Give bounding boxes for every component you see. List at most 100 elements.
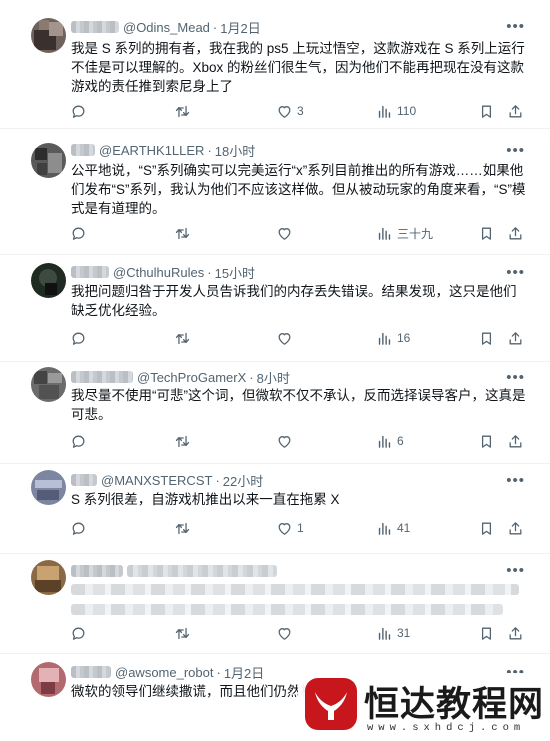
like-count: 1	[297, 521, 304, 535]
user-handle[interactable]: @MANXSTERCST	[101, 473, 212, 488]
share-button[interactable]	[507, 327, 524, 349]
reply-button[interactable]	[70, 222, 87, 244]
more-icon[interactable]: •••	[506, 265, 525, 280]
retweet-button[interactable]	[174, 517, 191, 539]
timestamp[interactable]: 18小时	[215, 141, 255, 160]
avatar[interactable]	[31, 143, 66, 178]
more-icon[interactable]: •••	[506, 19, 525, 34]
user-handle[interactable]: @Odins_Mead	[123, 20, 210, 35]
views-button[interactable]: 31	[376, 622, 410, 644]
more-icon[interactable]: •••	[506, 473, 525, 488]
avatar[interactable]	[31, 18, 66, 53]
heart-icon	[278, 627, 291, 640]
view-count: 31	[397, 626, 411, 640]
reply-tweet[interactable]: ••• 31	[0, 554, 550, 654]
like-button[interactable]	[276, 222, 297, 244]
blurred-display-name[interactable]	[71, 666, 111, 678]
bookmark-button[interactable]	[478, 430, 495, 452]
blurred-display-name[interactable]	[71, 144, 95, 156]
avatar[interactable]	[31, 263, 66, 298]
avatar[interactable]	[31, 560, 66, 595]
like-button[interactable]: 1	[276, 517, 304, 539]
like-button[interactable]	[276, 622, 297, 644]
reply-button[interactable]	[70, 517, 87, 539]
more-icon[interactable]: •••	[506, 563, 525, 578]
share-button[interactable]	[507, 430, 524, 452]
views-icon	[378, 435, 391, 448]
reply-tweet[interactable]: @EARTHK1LLER · 18小时 ••• 公平地说，“S”系列确实可以完美…	[0, 129, 550, 255]
views-button[interactable]: 16	[376, 327, 410, 349]
bookmark-button[interactable]	[478, 622, 495, 644]
reply-icon	[72, 435, 85, 448]
reply-tweet[interactable]: @Odins_Mead · 1月2日 ••• 我是 S 系列的拥有者，我在我的 …	[0, 0, 550, 129]
retweet-button[interactable]	[174, 430, 191, 452]
share-button[interactable]	[507, 517, 524, 539]
bookmark-icon	[481, 227, 492, 240]
share-button[interactable]	[507, 222, 524, 244]
timestamp[interactable]: 22小时	[223, 471, 263, 490]
like-button[interactable]	[276, 327, 297, 349]
tweet-actions: 6	[70, 430, 530, 452]
retweet-button[interactable]	[174, 222, 191, 244]
views-button[interactable]: 6	[376, 430, 404, 452]
reply-icon	[72, 332, 85, 345]
bookmark-icon	[481, 105, 492, 118]
timestamp[interactable]: 1月2日	[224, 663, 264, 682]
user-handle[interactable]: @TechProGamerX	[137, 370, 246, 385]
views-button[interactable]: 41	[376, 517, 410, 539]
user-handle[interactable]: @CthulhuRules	[113, 265, 204, 280]
blurred-display-name[interactable]	[71, 266, 109, 278]
bookmark-button[interactable]	[478, 100, 495, 122]
blurred-display-name[interactable]	[71, 371, 133, 383]
heart-icon	[278, 105, 291, 118]
more-icon[interactable]: •••	[506, 370, 525, 385]
separator-dot: ·	[207, 142, 212, 158]
heart-icon	[278, 227, 291, 240]
timestamp[interactable]: 1月2日	[220, 18, 260, 37]
retweet-button[interactable]	[174, 100, 191, 122]
tweet-header: @CthulhuRules · 15小时	[71, 263, 255, 281]
reply-tweet[interactable]: @MANXSTERCST · 22小时 ••• S 系列很差，自游戏机推出以来一…	[0, 464, 550, 554]
blurred-handle[interactable]	[127, 565, 277, 577]
more-icon[interactable]: •••	[506, 143, 525, 158]
blurred-display-name[interactable]	[71, 565, 123, 577]
tweet-header: @awsome_robot · 1月2日	[71, 663, 264, 681]
views-icon	[378, 332, 391, 345]
reply-button[interactable]	[70, 100, 87, 122]
watermark: 恒达教程网 www.sxhdcj.com	[298, 673, 550, 741]
timestamp[interactable]: 8小时	[257, 368, 290, 387]
tweet-header: @TechProGamerX · 8小时	[71, 368, 290, 386]
retweet-button[interactable]	[174, 327, 191, 349]
timestamp[interactable]: 15小时	[215, 263, 255, 282]
reply-tweet[interactable]: @CthulhuRules · 15小时 ••• 我把问题归咎于开发人员告诉我们…	[0, 255, 550, 362]
reply-button[interactable]	[70, 622, 87, 644]
share-button[interactable]	[507, 100, 524, 122]
watermark-url: www.sxhdcj.com	[367, 722, 526, 734]
views-button[interactable]: 三十九	[376, 222, 433, 244]
view-count: 16	[397, 331, 411, 345]
tweet-actions: 16	[70, 327, 530, 349]
reply-button[interactable]	[70, 327, 87, 349]
blurred-display-name[interactable]	[71, 474, 97, 486]
reply-tweet[interactable]: @TechProGamerX · 8小时 ••• 我尽量不使用“可悲”这个词，但…	[0, 362, 550, 464]
user-handle[interactable]: @awsome_robot	[115, 665, 213, 680]
separator-dot: ·	[207, 264, 212, 280]
reply-button[interactable]	[70, 430, 87, 452]
retweet-button[interactable]	[174, 622, 191, 644]
tweet-actions: 31	[70, 622, 530, 644]
blurred-display-name[interactable]	[71, 21, 119, 33]
like-button[interactable]: 3	[276, 100, 304, 122]
bookmark-icon	[481, 522, 492, 535]
share-icon	[509, 104, 522, 117]
tweet-text: S 系列很差，自游戏机推出以来一直在拖累 X	[71, 492, 340, 507]
like-button[interactable]	[276, 430, 297, 452]
bookmark-button[interactable]	[478, 517, 495, 539]
views-button[interactable]: 110	[376, 100, 416, 122]
share-button[interactable]	[507, 622, 524, 644]
avatar[interactable]	[31, 662, 66, 697]
user-handle[interactable]: @EARTHK1LLER	[99, 143, 204, 158]
avatar[interactable]	[31, 470, 66, 505]
avatar[interactable]	[31, 367, 66, 402]
bookmark-button[interactable]	[478, 327, 495, 349]
bookmark-button[interactable]	[478, 222, 495, 244]
